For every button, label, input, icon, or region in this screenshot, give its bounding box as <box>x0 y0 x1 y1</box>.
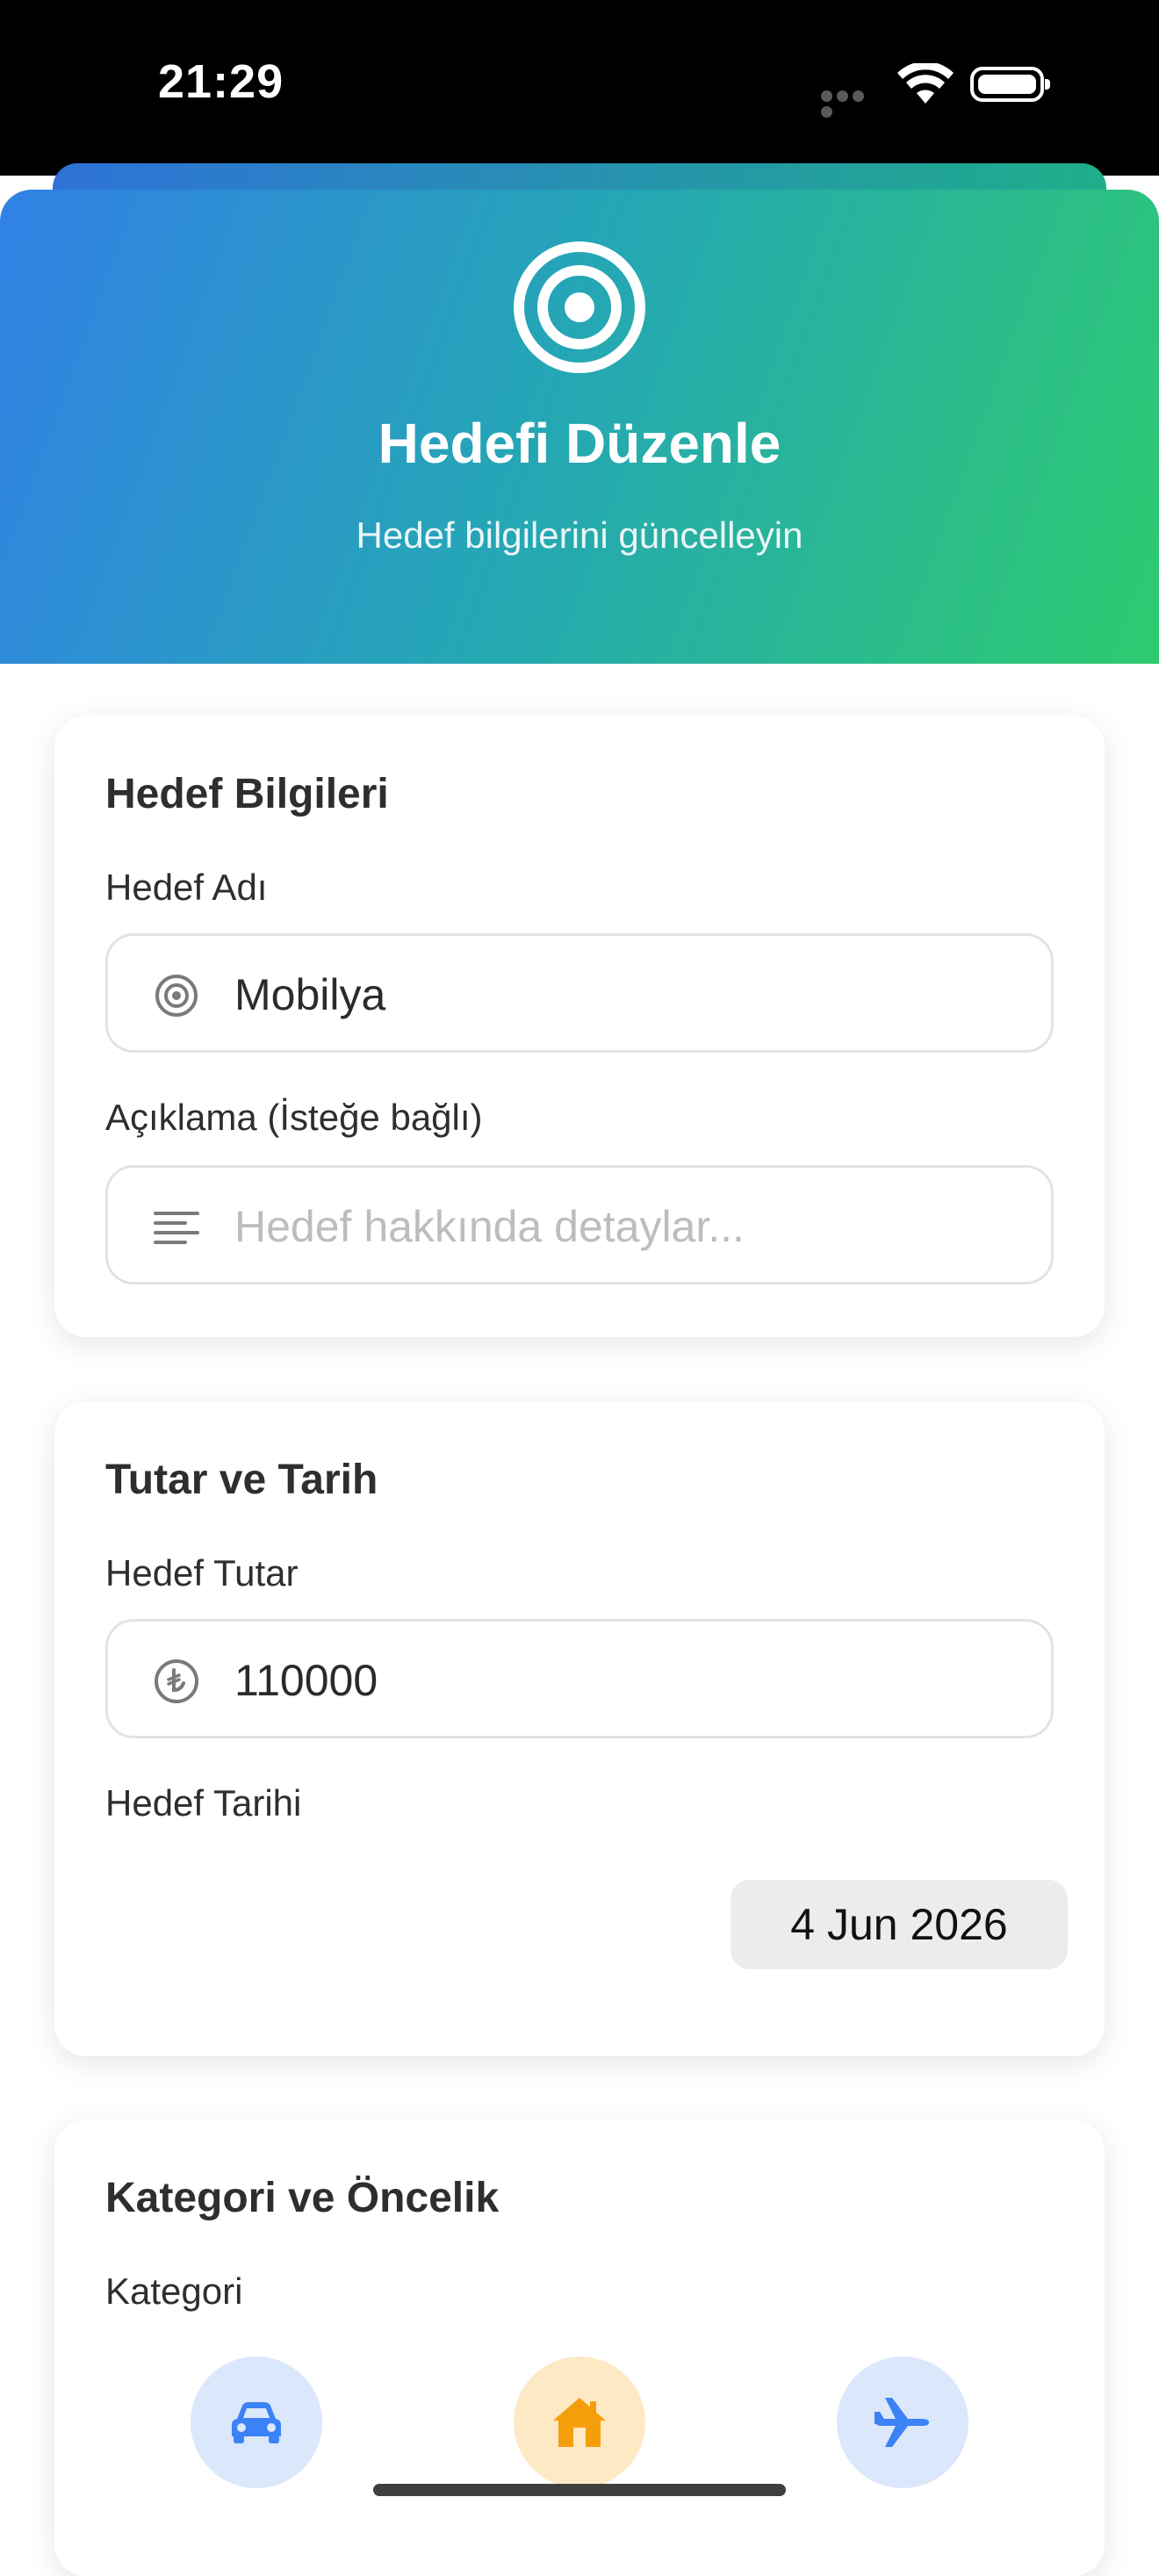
section-title: Tutar ve Tarih <box>105 1457 378 1503</box>
header-banner: Hedefi Düzenle Hedef bilgilerini güncell… <box>0 190 1159 664</box>
page-subtitle: Hedef bilgilerini güncelleyin <box>356 514 803 556</box>
target-date-picker[interactable]: 4 Jun 2026 <box>731 1880 1068 1969</box>
car-icon <box>232 2402 281 2443</box>
category-home-button[interactable] <box>514 2357 645 2488</box>
target-amount-label: Hedef Tutar <box>105 1552 299 1594</box>
lira-icon <box>155 1659 198 1703</box>
airplane-icon <box>875 2398 929 2447</box>
goal-name-label: Hedef Adı <box>105 867 268 908</box>
status-bar: 21:29 <box>0 0 1159 176</box>
cellular-signal-icon <box>821 90 882 118</box>
category-car-button[interactable] <box>191 2357 322 2488</box>
section-title: Hedef Bilgileri <box>105 771 389 817</box>
battery-icon <box>970 67 1050 102</box>
description-label: Açıklama (İsteğe bağlı) <box>105 1097 483 1138</box>
goal-name-field[interactable]: Mobilya <box>105 933 1054 1053</box>
text-lines-icon <box>154 1212 199 1244</box>
category-travel-button[interactable] <box>837 2357 968 2488</box>
target-date-label: Hedef Tarihi <box>105 1782 302 1824</box>
target-icon <box>155 975 198 1017</box>
target-amount-field[interactable]: 110000 <box>105 1619 1054 1738</box>
target-amount-value: 110000 <box>234 1656 378 1705</box>
description-placeholder: Hedef hakkında detaylar... <box>234 1202 745 1251</box>
description-field[interactable]: Hedef hakkında detaylar... <box>105 1165 1054 1284</box>
wifi-icon <box>897 63 954 104</box>
page-title: Hedefi Düzenle <box>378 412 781 475</box>
goal-name-value: Mobilya <box>234 970 386 1019</box>
section-title: Kategori ve Öncelik <box>105 2175 500 2221</box>
house-icon <box>553 2398 606 2447</box>
goal-info-card: Hedef Bilgileri Hedef Adı Mobilya Açıkla… <box>54 716 1105 1337</box>
category-label: Kategori <box>105 2270 243 2312</box>
status-time: 21:29 <box>158 55 284 108</box>
category-priority-card: Kategori ve Öncelik Kategori <box>54 2119 1105 2576</box>
target-icon <box>514 241 645 373</box>
home-indicator[interactable] <box>373 2484 786 2496</box>
amount-date-card: Tutar ve Tarih Hedef Tutar 110000 Hedef … <box>54 1401 1105 2056</box>
